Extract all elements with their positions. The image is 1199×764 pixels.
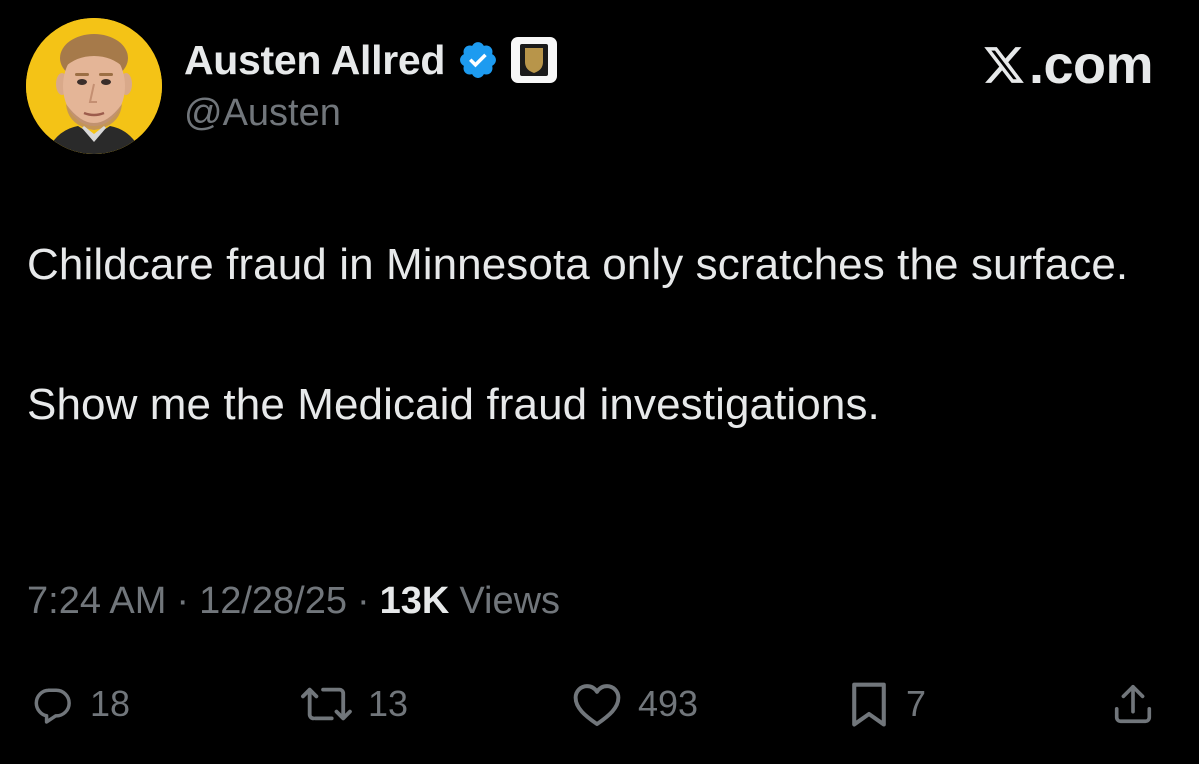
share-icon — [1114, 684, 1152, 724]
share-button[interactable] — [1110, 674, 1156, 734]
views-label: Views — [459, 580, 561, 622]
reply-count: 18 — [90, 683, 131, 724]
repost-button[interactable]: 13 — [296, 674, 408, 734]
shield-icon — [520, 44, 549, 76]
bookmark-icon — [852, 682, 886, 727]
tweet-text: Childcare fraud in Minnesota only scratc… — [27, 240, 1129, 429]
meta-separator: · — [176, 580, 190, 622]
bookmark-count: 7 — [906, 683, 927, 724]
avatar-portrait — [26, 18, 162, 154]
tweet-card: Austen Allred @Austen .com Childcare fra… — [0, 0, 1199, 764]
tweet-meta: 7:24 AM · 12/28/25 · 13K Views — [27, 580, 560, 623]
views-count[interactable]: 13K — [380, 580, 450, 623]
reply-icon — [34, 688, 71, 724]
meta-separator: · — [357, 580, 370, 622]
repost-icon — [301, 687, 352, 721]
like-count: 493 — [638, 683, 699, 724]
like-button[interactable]: 493 — [570, 674, 698, 734]
author-handle[interactable]: @Austen — [184, 92, 341, 135]
tweet-time[interactable]: 7:24 AM — [27, 580, 166, 623]
tweet-date[interactable]: 12/28/25 — [199, 580, 347, 623]
x-brand-watermark: .com — [982, 34, 1154, 95]
author-display-name[interactable]: Austen Allred — [184, 37, 445, 84]
affiliate-badge-icon[interactable] — [511, 37, 558, 83]
bookmark-button[interactable]: 7 — [846, 674, 926, 734]
heart-icon — [573, 684, 621, 727]
verified-badge-icon[interactable] — [457, 39, 499, 81]
repost-count: 13 — [368, 683, 409, 724]
author-avatar[interactable] — [26, 18, 162, 154]
x-logo-icon — [982, 43, 1026, 87]
reply-button[interactable]: 18 — [30, 674, 130, 734]
brand-domain-label: .com — [1028, 35, 1154, 95]
author-name-row: Austen Allred — [184, 34, 558, 86]
